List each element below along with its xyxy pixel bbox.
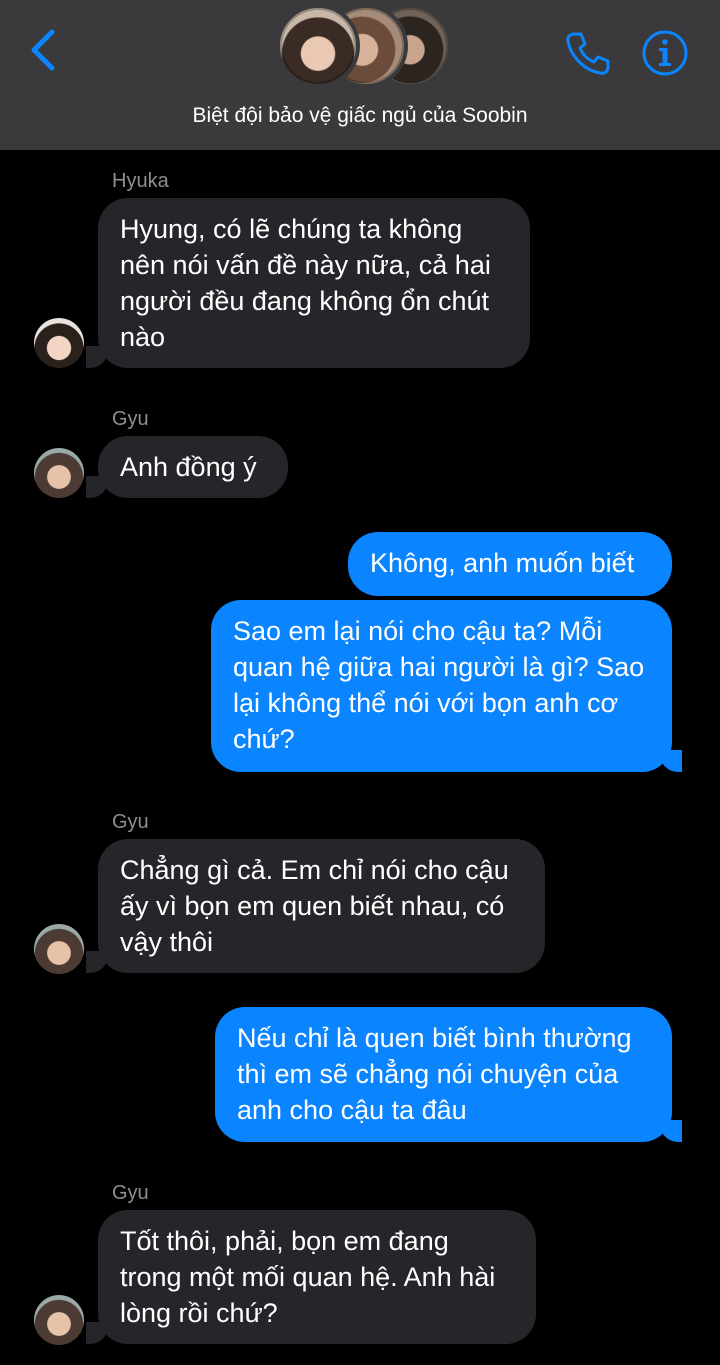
- message-text: vậy thôi: [120, 927, 214, 957]
- message-text: Sao em lại nói cho cậu ta? Mỗi: [233, 616, 603, 646]
- bubble-tail: [86, 1322, 108, 1344]
- sender-name: Hyuka: [112, 170, 169, 192]
- outgoing-message-bubble[interactable]: Nếu chỉ là quen biết bình thường thì em …: [215, 1007, 672, 1142]
- message-text: người đều đang không ổn chút: [120, 286, 490, 316]
- message-text: nên nói vấn đề này nữa, cả hai: [120, 250, 491, 280]
- message-text: quan hệ giữa hai người là gì? Sao: [233, 652, 645, 682]
- message-text: Nếu chỉ là quen biết bình thường: [237, 1023, 632, 1053]
- outgoing-message-bubble[interactable]: Không, anh muốn biết: [348, 532, 672, 596]
- message-text: nào: [120, 322, 166, 352]
- message-text: lòng rồi chứ?: [120, 1298, 278, 1328]
- incoming-message-bubble[interactable]: Tốt thôi, phải, bọn em đang trong một mố…: [98, 1210, 536, 1344]
- bubble-tail: [86, 476, 108, 498]
- call-button[interactable]: [562, 28, 612, 78]
- chat-title[interactable]: Biệt đội bảo vệ giấc ngủ của Soobin: [0, 104, 720, 128]
- bubble-tail: [86, 951, 108, 973]
- message-text: thì em sẽ chẳng nói chuyện của: [237, 1059, 619, 1089]
- sender-name: Gyu: [112, 408, 149, 430]
- bubble-tail: [660, 1120, 682, 1142]
- group-avatar: [276, 4, 360, 88]
- incoming-message-bubble[interactable]: Hyung, có lẽ chúng ta không nên nói vấn …: [98, 198, 530, 368]
- message-text: anh cho cậu ta đâu: [237, 1095, 467, 1125]
- avatar[interactable]: [34, 318, 84, 368]
- message-text: Không, anh muốn biết: [370, 548, 635, 578]
- incoming-message-bubble[interactable]: Anh đồng ý: [98, 436, 288, 498]
- bubble-tail: [86, 346, 108, 368]
- group-avatars[interactable]: [276, 4, 452, 92]
- chevron-left-icon: [31, 29, 55, 71]
- sender-name: Gyu: [112, 1182, 149, 1204]
- avatar[interactable]: [34, 448, 84, 498]
- message-text: trong một mối quan hệ. Anh hài: [120, 1262, 496, 1292]
- message-text: chứ?: [233, 724, 295, 754]
- message-text: Chẳng gì cả. Em chỉ nói cho cậu: [120, 855, 509, 885]
- info-button[interactable]: [640, 28, 690, 78]
- sender-name: Gyu: [112, 811, 149, 833]
- incoming-message-bubble[interactable]: Chẳng gì cả. Em chỉ nói cho cậu ấy vì bọ…: [98, 839, 545, 973]
- message-text: Tốt thôi, phải, bọn em đang: [120, 1226, 449, 1256]
- chat-header: Biệt đội bảo vệ giấc ngủ của Soobin: [0, 0, 720, 150]
- avatar[interactable]: [34, 1295, 84, 1345]
- message-text: lại không thể nói với bọn anh cơ: [233, 688, 619, 718]
- avatar[interactable]: [34, 924, 84, 974]
- back-button[interactable]: [24, 26, 68, 74]
- bubble-tail: [660, 750, 682, 772]
- info-icon: [642, 30, 688, 76]
- phone-icon: [566, 32, 610, 75]
- message-text: Hyung, có lẽ chúng ta không: [120, 214, 463, 244]
- outgoing-message-bubble[interactable]: Sao em lại nói cho cậu ta? Mỗi quan hệ g…: [211, 600, 672, 772]
- message-text: ấy vì bọn em quen biết nhau, có: [120, 891, 505, 921]
- message-text: Anh đồng ý: [120, 452, 257, 482]
